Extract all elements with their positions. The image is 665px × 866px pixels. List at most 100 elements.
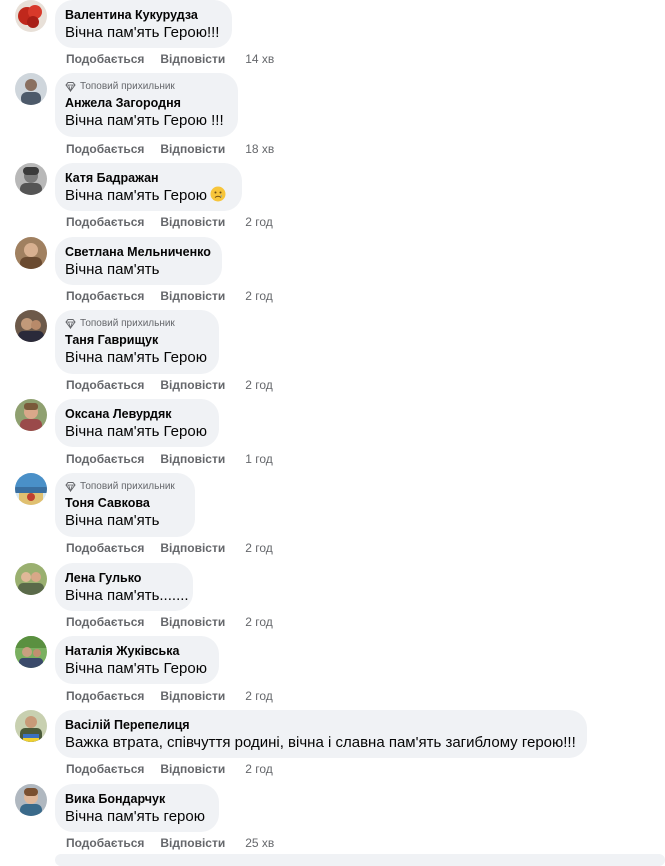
comment-actions: Подобається Відповісти 2 год: [66, 614, 273, 630]
comment-text: Вічна пам'ять герою: [65, 808, 205, 825]
top-fan-label: Топовий прихильник: [80, 317, 175, 329]
comment-bubble: Топовий прихильник Анжела Загородня Вічн…: [55, 73, 238, 137]
avatar[interactable]: [15, 563, 47, 595]
comment-time[interactable]: 18 хв: [245, 142, 274, 156]
comment-actions: Подобається Відповісти 2 год: [66, 540, 273, 556]
comment-author[interactable]: Таня Гаврищук: [65, 332, 207, 348]
like-button[interactable]: Подобається: [66, 215, 144, 229]
comment-text: Вічна пам'ять: [65, 261, 160, 278]
avatar[interactable]: [15, 163, 47, 195]
comment-actions: Подобається Відповісти 2 год: [66, 214, 273, 230]
comment-bubble: Оксана Левурдяк Вічна пам'ять Герою: [55, 399, 219, 447]
comment-text: Вічна пам'ять Герою!!!: [65, 24, 220, 41]
comment-bubble: Васілій Перепелиця Важка втрата, співчут…: [55, 710, 587, 758]
comment-text: Вічна пам'ять.......: [65, 587, 189, 604]
reply-button[interactable]: Відповісти: [160, 615, 225, 629]
top-fan-label: Топовий прихильник: [80, 80, 175, 92]
comment-actions: Подобається Відповісти 2 год: [66, 761, 273, 777]
comment-time[interactable]: 2 год: [245, 289, 273, 303]
comment-text: Вічна пам'ять Герою !!!: [65, 112, 224, 129]
like-button[interactable]: Подобається: [66, 52, 144, 66]
top-fan-badge: Топовий прихильник: [65, 80, 226, 92]
like-button[interactable]: Подобається: [66, 289, 144, 303]
reply-button[interactable]: Відповісти: [160, 52, 225, 66]
like-button[interactable]: Подобається: [66, 142, 144, 156]
comment-bubble: Топовий прихильник Тоня Савкова Вічна па…: [55, 473, 195, 537]
like-button[interactable]: Подобається: [66, 689, 144, 703]
comment-text: Вічна пам'ять Герою: [65, 660, 207, 677]
comment-bubble: Светлана Мельниченко Вічна пам'ять: [55, 237, 222, 285]
like-button[interactable]: Подобається: [66, 541, 144, 555]
comment-author[interactable]: Наталія Жуківська: [65, 643, 207, 659]
diamond-icon: [65, 318, 76, 329]
comment-bubble: Лена Гулько Вічна пам'ять.......: [55, 563, 193, 611]
avatar[interactable]: [15, 73, 47, 105]
comment-actions: Подобається Відповісти 1 год: [66, 451, 273, 467]
like-button[interactable]: Подобається: [66, 762, 144, 776]
reply-button[interactable]: Відповісти: [160, 762, 225, 776]
comment-time[interactable]: 2 год: [245, 215, 273, 229]
top-fan-label: Топовий прихильник: [80, 480, 175, 492]
comment-time[interactable]: 2 год: [245, 541, 273, 555]
comment-actions: Подобається Відповісти 14 хв: [66, 51, 274, 67]
reply-button[interactable]: Відповісти: [160, 689, 225, 703]
avatar[interactable]: [15, 473, 47, 505]
comment-author[interactable]: Васілій Перепелиця: [65, 717, 575, 733]
avatar[interactable]: [15, 310, 47, 342]
comment-author[interactable]: Валентина Кукурудза: [65, 7, 220, 23]
comment-bubble: Катя Бадражан Вічна пам'ять Герою: [55, 163, 242, 211]
comment-time[interactable]: 1 год: [245, 452, 273, 466]
avatar[interactable]: [15, 237, 47, 269]
comment-text: Вічна пам'ять: [65, 512, 160, 529]
comment-bubble-partial: [55, 854, 665, 866]
comment-bubble: Наталія Жуківська Вічна пам'ять Герою: [55, 636, 219, 684]
comment-author[interactable]: Анжела Загородня: [65, 95, 226, 111]
comment-time[interactable]: 2 год: [245, 762, 273, 776]
comment-text-body: Вічна пам'ять Герою: [65, 187, 207, 204]
comment-time[interactable]: 25 хв: [245, 836, 274, 850]
comment-text: Важка втрата, співчуття родині, вічна і …: [65, 734, 576, 751]
sad-face-icon: [210, 186, 226, 202]
top-fan-badge: Топовий прихильник: [65, 317, 207, 329]
comment-actions: Подобається Відповісти 2 год: [66, 288, 273, 304]
reply-button[interactable]: Відповісти: [160, 836, 225, 850]
like-button[interactable]: Подобається: [66, 378, 144, 392]
avatar[interactable]: [15, 784, 47, 816]
comment-author[interactable]: Катя Бадражан: [65, 170, 230, 186]
reply-button[interactable]: Відповісти: [160, 378, 225, 392]
comment-text: Вічна пам'ять Герою: [65, 186, 230, 206]
comment-actions: Подобається Відповісти 25 хв: [66, 835, 274, 851]
comment-text: Вічна пам'ять Герою: [65, 423, 207, 440]
comment-time[interactable]: 2 год: [245, 615, 273, 629]
diamond-icon: [65, 481, 76, 492]
comment-time[interactable]: 2 год: [245, 689, 273, 703]
comment-bubble: Вика Бондарчук Вічна пам'ять герою: [55, 784, 219, 832]
reply-button[interactable]: Відповісти: [160, 215, 225, 229]
comment-author[interactable]: Лена Гулько: [65, 570, 181, 586]
comment-bubble: Валентина Кукурудза Вічна пам'ять Герою!…: [55, 0, 232, 48]
comment-time[interactable]: 14 хв: [245, 52, 274, 66]
diamond-icon: [65, 81, 76, 92]
avatar[interactable]: [15, 636, 47, 668]
comment-actions: Подобається Відповісти 2 год: [66, 377, 273, 393]
like-button[interactable]: Подобається: [66, 615, 144, 629]
comment-author[interactable]: Вика Бондарчук: [65, 791, 207, 807]
comment-actions: Подобається Відповісти 2 год: [66, 688, 273, 704]
reply-button[interactable]: Відповісти: [160, 452, 225, 466]
avatar[interactable]: [15, 0, 47, 32]
avatar[interactable]: [15, 399, 47, 431]
avatar[interactable]: [15, 710, 47, 742]
reply-button[interactable]: Відповісти: [160, 142, 225, 156]
comment-actions: Подобається Відповісти 18 хв: [66, 141, 274, 157]
comment-author[interactable]: Светлана Мельниченко: [65, 244, 211, 260]
comment-bubble: Топовий прихильник Таня Гаврищук Вічна п…: [55, 310, 219, 374]
comment-author[interactable]: Тоня Савкова: [65, 495, 183, 511]
like-button[interactable]: Подобається: [66, 452, 144, 466]
reply-button[interactable]: Відповісти: [160, 289, 225, 303]
comment-text: Вічна пам'ять Герою: [65, 349, 207, 366]
like-button[interactable]: Подобається: [66, 836, 144, 850]
reply-button[interactable]: Відповісти: [160, 541, 225, 555]
comment-time[interactable]: 2 год: [245, 378, 273, 392]
top-fan-badge: Топовий прихильник: [65, 480, 183, 492]
comment-author[interactable]: Оксана Левурдяк: [65, 406, 207, 422]
